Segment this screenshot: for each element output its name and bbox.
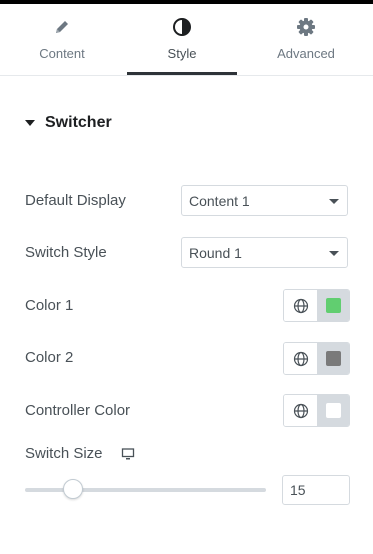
default-display-value: Content 1 [189,193,250,209]
switch-style-label: Switch Style [25,244,107,261]
color-2-control [283,342,350,375]
dropdown-arrow-icon [329,199,339,204]
tab-content-label: Content [39,46,85,61]
tab-advanced[interactable]: Advanced [244,4,368,75]
tab-style[interactable]: Style [120,4,244,75]
active-tab-indicator [127,72,237,75]
color-swatch [326,351,341,366]
switch-size-slider-track[interactable] [25,488,266,492]
switch-size-input[interactable]: 15 [282,475,350,505]
switch-size-label: Switch Size [25,445,103,462]
tab-content[interactable]: Content [0,4,124,75]
switch-style-select[interactable]: Round 1 [181,237,348,268]
color-picker-button[interactable] [317,343,349,374]
color-picker-button[interactable] [317,290,349,321]
color-swatch [326,298,341,313]
section-title: Switcher [45,114,112,131]
globe-icon [293,298,308,313]
default-display-label: Default Display [25,192,126,209]
color-picker-button[interactable] [317,395,349,426]
caret-down-icon [25,120,35,126]
pencil-icon [0,16,124,38]
color-swatch [326,403,341,418]
switch-style-value: Round 1 [189,245,242,261]
desktop-icon[interactable] [121,447,135,466]
switch-size-slider-handle[interactable] [63,479,84,499]
panel-tabs: Content Style Advanced [0,4,373,76]
default-display-select[interactable]: Content 1 [181,185,348,216]
globe-icon [293,403,308,418]
color-1-label: Color 1 [25,297,74,314]
section-switcher-toggle[interactable]: Switcher [25,112,112,134]
tab-style-label: Style [167,46,197,61]
global-colors-button[interactable] [284,395,318,426]
color-2-label: Color 2 [25,349,74,366]
global-colors-button[interactable] [284,290,318,321]
color-1-control [283,289,350,322]
half-circle-icon [120,16,244,38]
global-colors-button[interactable] [284,343,318,374]
globe-icon [293,351,308,366]
controller-color-label: Controller Color [25,402,131,419]
dropdown-arrow-icon [329,251,339,256]
tab-advanced-label: Advanced [277,46,335,61]
gear-icon [244,16,368,38]
controller-color-control [283,394,350,427]
